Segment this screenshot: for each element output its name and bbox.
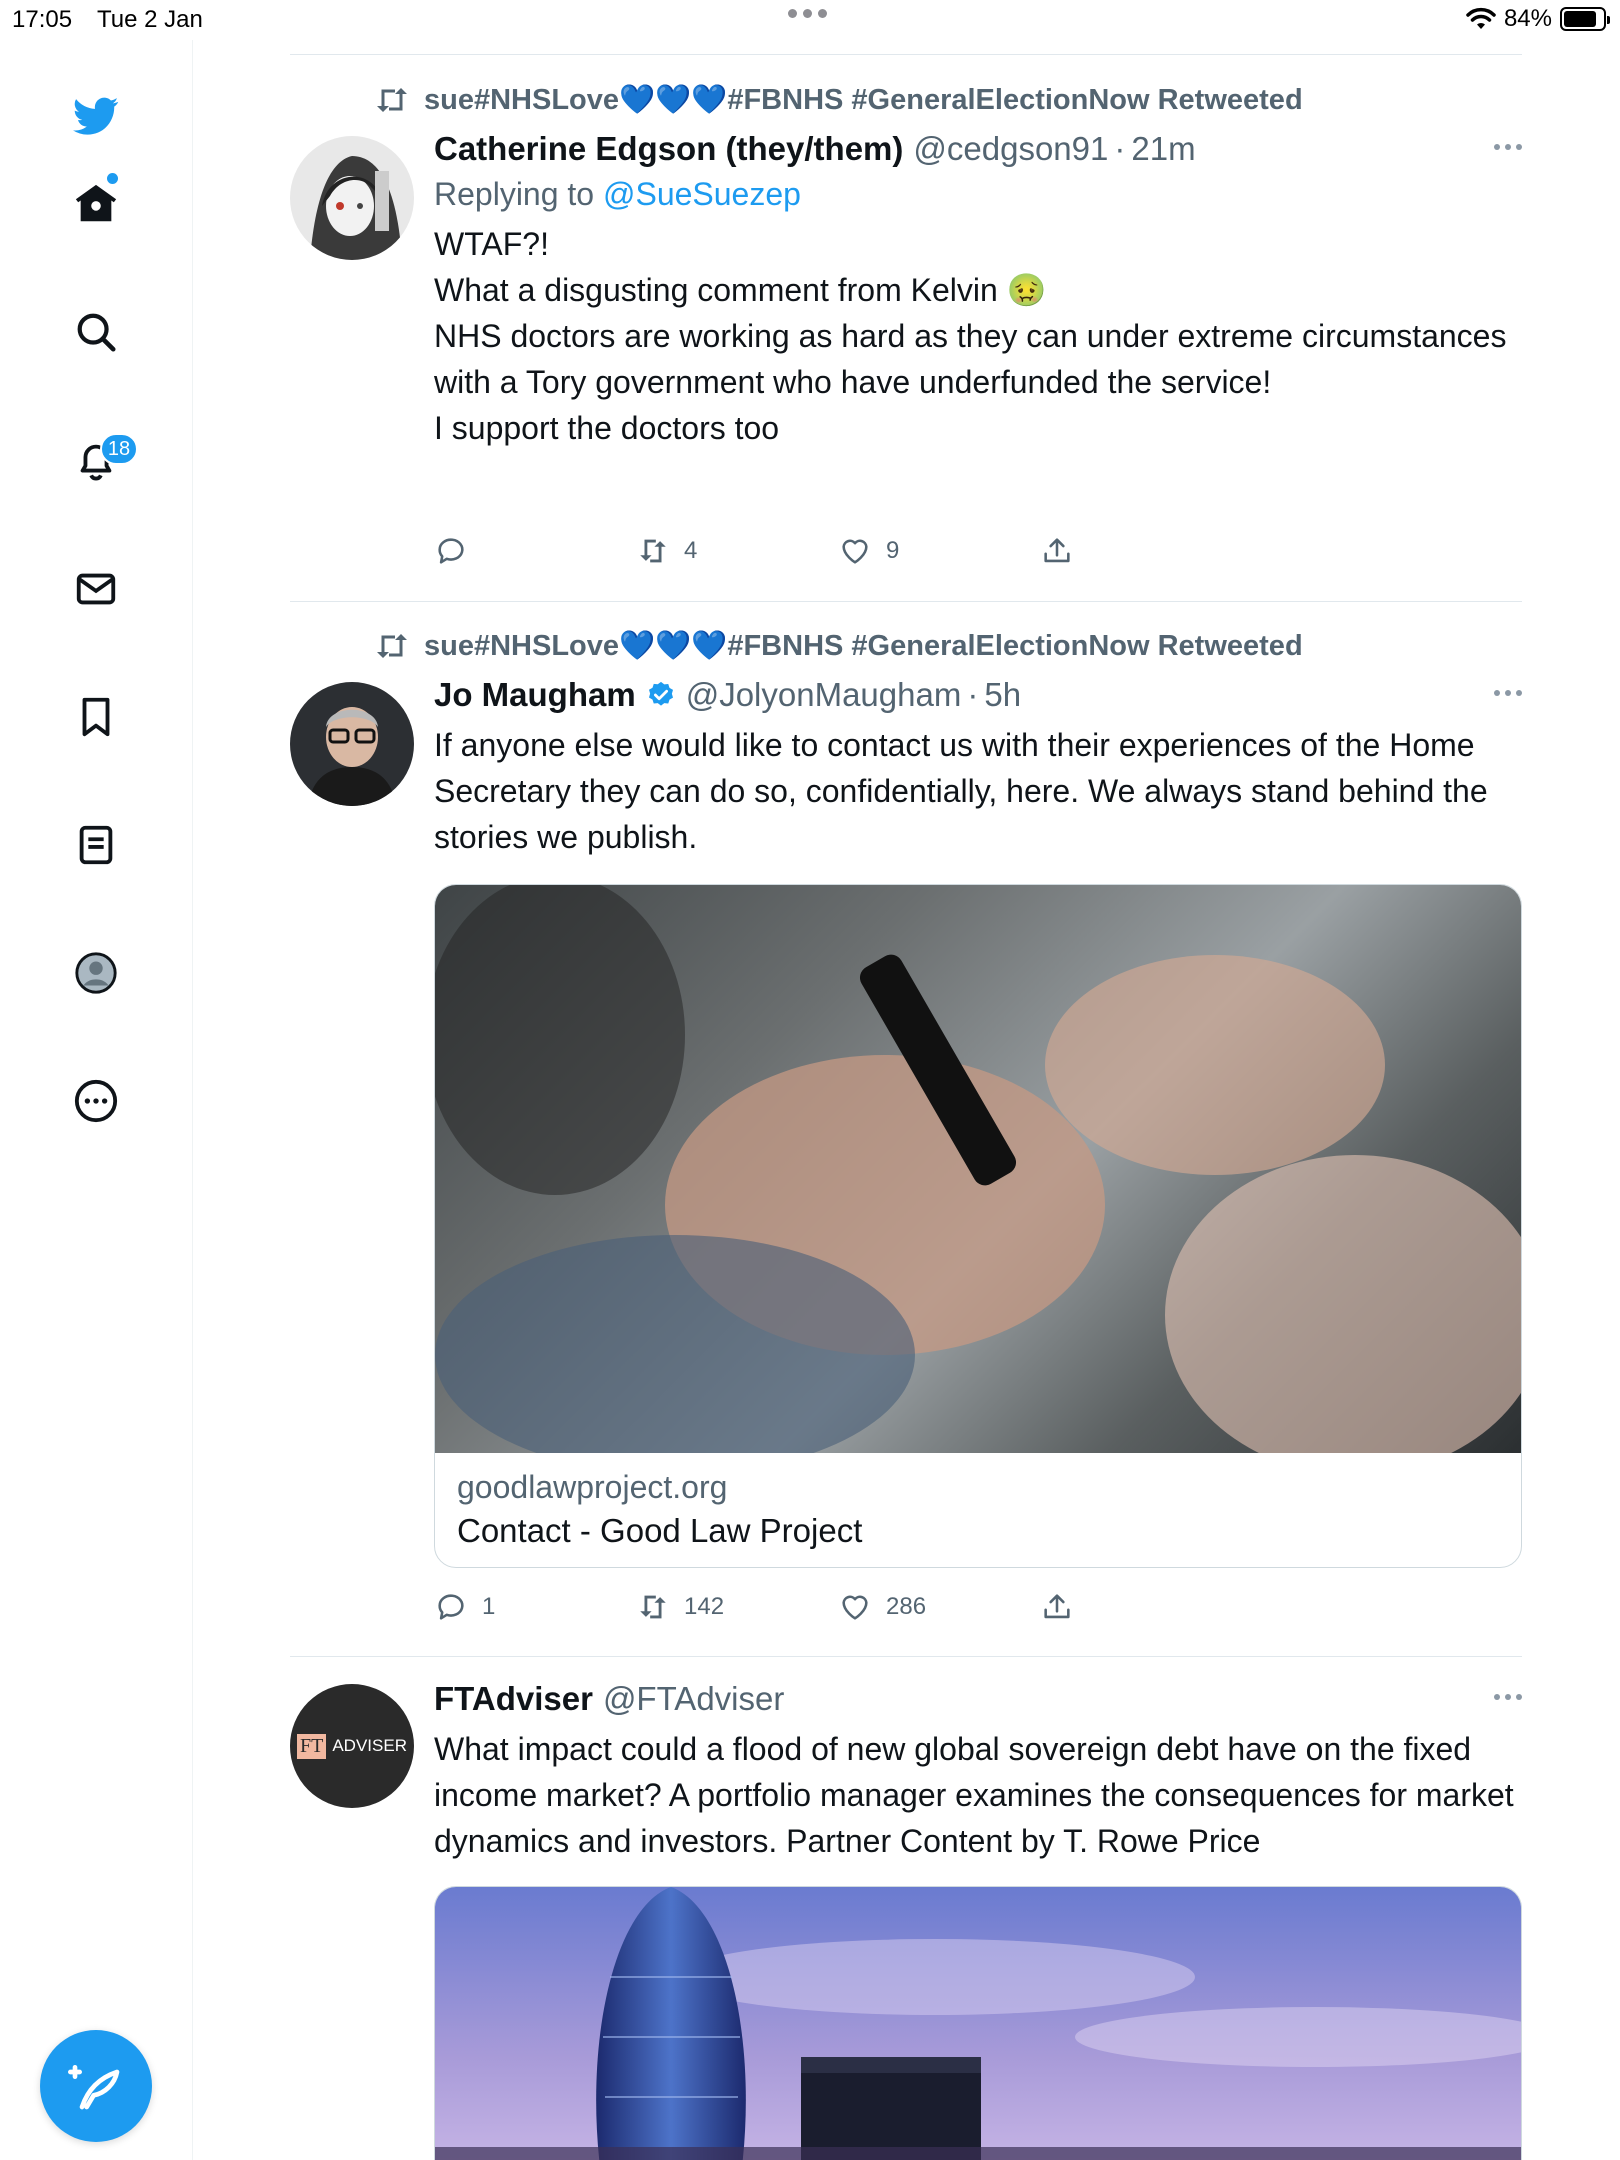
replying-to: Replying to @SueSuezep	[434, 176, 1522, 213]
share-button[interactable]	[1040, 534, 1242, 568]
retweet-button[interactable]: 4	[636, 534, 838, 568]
twitter-logo-icon[interactable]	[68, 88, 124, 144]
tweet-actions: 1 142 286	[434, 1590, 1242, 1624]
profile-icon[interactable]	[68, 945, 124, 1001]
link-card-title: Contact - Good Law Project	[457, 1512, 863, 1549]
retweet-icon	[377, 88, 407, 112]
lists-icon[interactable]	[68, 817, 124, 873]
home-icon[interactable]	[68, 176, 124, 232]
link-card-meta: goodlawproject.org Contact - Good Law Pr…	[435, 1453, 1521, 1566]
tweet-media[interactable]	[434, 1886, 1522, 2160]
separator-dot: ·	[1114, 130, 1126, 167]
tweet-time[interactable]: 5h	[984, 676, 1021, 714]
compose-tweet-button[interactable]	[40, 2030, 152, 2142]
messages-icon[interactable]	[68, 561, 124, 617]
tweet-media-image	[435, 1887, 1521, 2160]
reply-icon	[438, 538, 464, 564]
divider	[290, 601, 1522, 602]
search-icon[interactable]	[68, 304, 124, 360]
author-name[interactable]: FTAdviser	[434, 1680, 593, 1718]
status-time: 17:05	[12, 6, 73, 33]
share-icon	[1044, 538, 1070, 563]
author-name[interactable]: Catherine Edgson (they/them)	[434, 130, 903, 168]
tweet-text: WTAF?! What a disgusting comment from Ke…	[434, 226, 1507, 446]
divider	[290, 1656, 1522, 1657]
more-options-icon[interactable]	[1494, 676, 1522, 696]
like-count: 286	[886, 1593, 927, 1620]
bookmarks-icon[interactable]	[68, 689, 124, 745]
home-new-indicator	[107, 173, 118, 184]
like-button[interactable]: 9	[838, 534, 1040, 568]
retweet-context: sue#NHSLove💙💙💙#FBNHS #GeneralElectionNow…	[374, 83, 1303, 117]
avatar-text: ADVISER	[332, 1736, 407, 1755]
retweet-label: sue#NHSLove💙💙💙#FBNHS #GeneralElectionNow…	[424, 630, 1303, 662]
heart-icon	[842, 539, 868, 564]
status-date: Tue 2 Jan	[97, 6, 203, 33]
battery-icon	[1560, 7, 1610, 31]
replying-to-label: Replying to	[434, 176, 595, 212]
tweet-actions: 4 9	[434, 534, 1242, 568]
verified-badge-icon	[646, 680, 676, 710]
multitasking-dots-icon[interactable]	[788, 9, 827, 18]
battery-percent: 84%	[1503, 5, 1552, 32]
like-button[interactable]: 286	[838, 1590, 1040, 1624]
avatar[interactable]: FT ADVISER	[290, 1684, 414, 1808]
tweet-header: Jo Maugham @JolyonMaugham · 5h	[434, 676, 1522, 714]
divider	[290, 54, 1522, 55]
avatar[interactable]	[290, 682, 414, 806]
status-bar: 17:05 Tue 2 Jan 84%	[0, 0, 1620, 40]
link-card-domain: goodlawproject.org	[457, 1469, 728, 1505]
separator-dot: ·	[967, 676, 979, 713]
avatar-logo: FT	[297, 1733, 327, 1759]
retweet-label: sue#NHSLove💙💙💙#FBNHS #GeneralElectionNow…	[424, 84, 1303, 116]
tweet-header: Catherine Edgson (they/them) @cedgson91 …	[434, 130, 1522, 168]
link-card-image	[435, 885, 1521, 1453]
retweet-count: 142	[684, 1593, 725, 1620]
share-icon	[1044, 1594, 1070, 1619]
like-count: 9	[886, 537, 900, 564]
author-name[interactable]: Jo Maugham	[434, 676, 636, 714]
retweet-button[interactable]: 142	[636, 1590, 838, 1624]
replying-to-link[interactable]: @SueSuezep	[603, 176, 801, 212]
link-card[interactable]: goodlawproject.org Contact - Good Law Pr…	[434, 884, 1522, 1568]
tweet-header: FTAdviser @FTAdviser	[434, 1680, 1522, 1718]
sidebar: 18	[0, 40, 193, 2160]
tweet-text: What impact could a flood of new global …	[434, 1731, 1514, 1859]
author-handle[interactable]: @FTAdviser	[603, 1680, 784, 1718]
tweet-content: FTAdviser @FTAdviser What impact could a…	[434, 1680, 1522, 1864]
notifications-badge: 18	[100, 433, 138, 465]
reply-count: 1	[482, 1593, 496, 1620]
author-handle[interactable]: @cedgson91	[913, 130, 1108, 168]
heart-icon	[842, 1595, 868, 1620]
tweet-content: Jo Maugham @JolyonMaugham · 5h If anyone…	[434, 676, 1522, 860]
compose-tweet-icon	[68, 2065, 120, 2110]
avatar[interactable]	[290, 136, 414, 260]
reply-icon	[438, 1594, 464, 1620]
retweet-icon	[377, 634, 407, 658]
tweet-text: If anyone else would like to contact us …	[434, 727, 1488, 855]
more-options-icon[interactable]	[1494, 1680, 1522, 1700]
retweet-count: 4	[684, 537, 698, 564]
tweet-content: Catherine Edgson (they/them) @cedgson91 …	[434, 130, 1522, 451]
author-handle[interactable]: @JolyonMaugham	[686, 676, 962, 714]
tweet-time[interactable]: 21m	[1131, 130, 1195, 168]
more-icon[interactable]	[68, 1073, 124, 1129]
reply-button[interactable]	[434, 534, 636, 568]
wifi-icon	[1466, 7, 1496, 29]
reply-button[interactable]: 1	[434, 1590, 636, 1624]
retweet-icon	[640, 1595, 666, 1619]
share-button[interactable]	[1040, 1590, 1242, 1624]
retweet-icon	[640, 539, 666, 563]
more-options-icon[interactable]	[1494, 130, 1522, 150]
retweet-context: sue#NHSLove💙💙💙#FBNHS #GeneralElectionNow…	[374, 629, 1303, 663]
